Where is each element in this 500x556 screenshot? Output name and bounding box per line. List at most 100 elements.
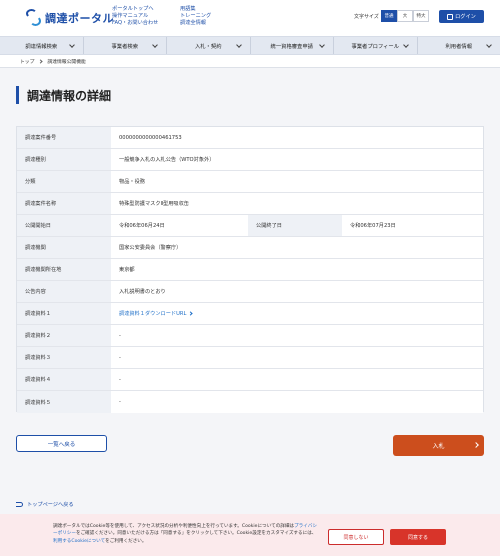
table-row: 調達資料５ -: [17, 391, 483, 413]
row-label: 調達資料１: [17, 303, 111, 324]
chevron-down-icon: [235, 42, 242, 48]
nav-label: 事業者プロフィール: [351, 43, 400, 50]
row-value: -: [111, 325, 483, 346]
chevron-down-icon: [152, 42, 158, 48]
nav-label: 利用者情報: [445, 43, 473, 50]
breadcrumb: トップ 調達情報公開機能: [0, 55, 500, 68]
font-size-label: 文字サイズ: [354, 14, 379, 20]
page-title: 調達情報の詳細: [16, 86, 111, 104]
row-label: 公告内容: [17, 281, 111, 302]
chevron-right-icon: [38, 58, 44, 64]
nav-item-qualification[interactable]: 統一資格審査申請: [251, 37, 334, 54]
row-value: 物品・役務: [111, 171, 483, 192]
table-row-dates: 公開開始日 令和06年06月24日 公開終了日 令和06年07月23日: [17, 215, 483, 237]
row-label: 調達資料３: [17, 347, 111, 368]
logo-text: 調達ポータル: [45, 12, 114, 25]
font-size-switcher: 普通 大 特大: [381, 10, 429, 22]
table-row: 調達資料２ -: [17, 325, 483, 347]
cookie-banner: 調達ポータルではCookie等を使用して、アクセス状況の分析や利便性向上を行って…: [0, 514, 500, 556]
bid-button[interactable]: 入札: [393, 435, 484, 456]
table-row: 調達機関 国家公安委員会（警察庁）: [17, 237, 483, 259]
faq-link[interactable]: FAQ・お問い合わせ: [112, 20, 158, 27]
row-label: 調達案件番号: [17, 127, 111, 148]
cookie-message: 調達ポータルではCookie等を使用して、アクセス状況の分析や利便性向上を行って…: [53, 523, 318, 545]
chevron-down-icon: [402, 42, 409, 48]
nav-item-business-search[interactable]: 事業者検索: [84, 37, 167, 54]
chevron-down-icon: [68, 42, 75, 48]
cookie-text-part: をご確認ください。同意いただける方は「同意する」をクリックして下さい。Cooki…: [75, 531, 317, 537]
nav-item-business-profile[interactable]: 事業者プロフィール: [334, 37, 418, 54]
row-label: 調達機関: [17, 237, 111, 258]
training-link[interactable]: トレーニング: [180, 13, 211, 20]
breadcrumb-top[interactable]: トップ: [20, 58, 34, 65]
document-1-download-link[interactable]: 調達資料１ダウンロードURL: [119, 310, 193, 317]
row-label: 調達資料２: [17, 325, 111, 346]
start-date-label: 公開開始日: [17, 215, 111, 236]
row-value: 一般競争入札の入札公告（WTO対象外）: [111, 149, 483, 170]
header-links-secondary: 用語集 トレーニング 調達全情報: [180, 6, 211, 27]
cookie-info-link[interactable]: 利用するCookieについて: [53, 539, 105, 544]
font-size-large-button[interactable]: 大: [397, 10, 413, 22]
row-value: 特殊型防護マスクⅡ型用吸収缶: [111, 193, 483, 214]
back-to-top-link[interactable]: トップページへ戻る: [16, 501, 74, 508]
table-row: 調達資料１ 調達資料１ダウンロードURL: [17, 303, 483, 325]
nav-item-user-info[interactable]: 利用者情報: [418, 37, 500, 54]
chevron-down-icon: [486, 42, 492, 48]
chevron-right-icon: [473, 442, 479, 448]
cookie-agree-button[interactable]: 同意する: [390, 529, 446, 545]
row-label: 調達機関所在地: [17, 259, 111, 280]
return-icon: [16, 502, 23, 507]
nav-label: 事業者検索: [111, 43, 139, 50]
font-size-normal-button[interactable]: 普通: [381, 10, 397, 22]
portal-top-link[interactable]: ポータルトップへ: [112, 6, 158, 13]
login-label: ログイン: [455, 14, 476, 20]
row-label: 調達資料５: [17, 391, 111, 413]
all-procurement-link[interactable]: 調達全情報: [180, 20, 211, 27]
cookie-text-part: 調達ポータルではCookie等を使用して、アクセス状況の分析や利便性向上を行って…: [53, 524, 295, 529]
back-to-list-button[interactable]: 一覧へ戻る: [16, 435, 107, 452]
row-value: 入札説明書のとおり: [111, 281, 483, 302]
nav-item-bid-contract[interactable]: 入札・契約: [167, 37, 251, 54]
row-value: 0000000000000461753: [111, 127, 483, 148]
site-header: 調達ポータル ポータルトップへ 操作マニュアル FAQ・お問い合わせ 用語集 ト…: [0, 0, 500, 36]
chevron-down-icon: [319, 42, 325, 48]
start-date-value: 令和06年06月24日: [111, 215, 248, 236]
end-date-label: 公開終了日: [248, 215, 342, 236]
row-label: 分類: [17, 171, 111, 192]
row-label: 調達資料４: [17, 369, 111, 390]
table-row: 調達機関所在地 東京都: [17, 259, 483, 281]
table-row: 調達資料４ -: [17, 369, 483, 391]
main-nav: 調達情報検索 事業者検索 入札・契約 統一資格審査申請 事業者プロフィール 利用…: [0, 36, 500, 55]
site-logo[interactable]: 調達ポータル: [26, 9, 114, 27]
bid-label: 入札: [432, 443, 445, 450]
end-date-value: 令和06年07月23日: [342, 215, 483, 236]
nav-item-procurement-search[interactable]: 調達情報検索: [0, 37, 84, 54]
row-value: -: [111, 369, 483, 390]
logo-icon: [26, 9, 42, 27]
row-label: 調達案件名称: [17, 193, 111, 214]
chevron-right-icon: [188, 311, 193, 316]
cookie-text-part: をご利用ください。: [105, 538, 147, 544]
glossary-link[interactable]: 用語集: [180, 6, 211, 13]
login-icon: [447, 13, 454, 20]
row-value: -: [111, 347, 483, 368]
top-link-label: トップページへ戻る: [27, 502, 74, 508]
link-label: 調達資料１ダウンロードURL: [119, 311, 187, 317]
table-row: 公告内容 入札説明書のとおり: [17, 281, 483, 303]
row-value: -: [111, 391, 483, 413]
row-label: 調達種別: [17, 149, 111, 170]
nav-label: 入札・契約: [195, 43, 222, 50]
cookie-deny-button[interactable]: 同意しない: [328, 529, 384, 545]
table-row: 分類 物品・役務: [17, 171, 483, 193]
row-value: 国家公安委員会（警察庁）: [111, 237, 483, 258]
nav-label: 調達情報検索: [25, 43, 58, 50]
table-row: 調達案件名称 特殊型防護マスクⅡ型用吸収缶: [17, 193, 483, 215]
detail-table: 調達案件番号 0000000000000461753 調達種別 一般競争入札の入…: [16, 126, 484, 413]
header-links-primary: ポータルトップへ 操作マニュアル FAQ・お問い合わせ: [112, 6, 158, 27]
row-value: 東京都: [111, 259, 483, 280]
table-row: 調達案件番号 0000000000000461753: [17, 127, 483, 149]
font-size-xlarge-button[interactable]: 特大: [413, 10, 429, 22]
login-button[interactable]: ログイン: [439, 10, 484, 23]
row-value: 調達資料１ダウンロードURL: [111, 303, 483, 324]
manual-link[interactable]: 操作マニュアル: [112, 13, 158, 20]
